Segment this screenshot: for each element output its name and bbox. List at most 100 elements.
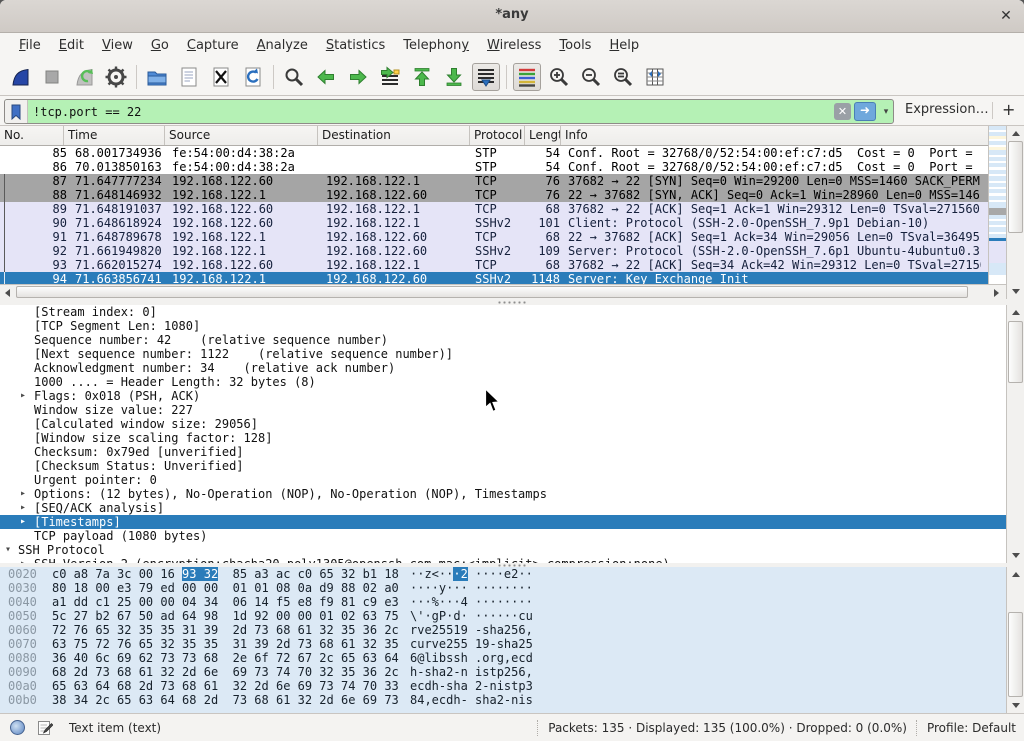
close-file-button[interactable] — [207, 63, 235, 91]
hscrollbar-thumb[interactable] — [16, 286, 968, 298]
hex-row-00b0[interactable]: 00b038 34 2c 65 63 64 68 2d 73 68 61 32 … — [0, 693, 1024, 707]
packet-row-92[interactable]: 9271.661949820192.168.122.1192.168.122.6… — [0, 244, 988, 258]
scroll-up-button[interactable] — [1007, 305, 1024, 320]
packet-row-89[interactable]: 8971.648191037192.168.122.60192.168.122.… — [0, 202, 988, 216]
collapsed-arrow-icon[interactable]: ▸ — [20, 487, 26, 501]
hex-row-0090[interactable]: 009068 2d 73 68 61 32 2d 6e 69 73 74 70 … — [0, 665, 1024, 679]
details-vscrollbar[interactable] — [1006, 305, 1024, 563]
scroll-up-button[interactable] — [1007, 126, 1024, 141]
menu-capture[interactable]: Capture — [178, 36, 248, 55]
detail-line[interactable]: ▾SSH Protocol — [0, 543, 1006, 557]
scroll-down-button[interactable] — [1007, 284, 1024, 299]
title-bar[interactable]: *any ✕ — [0, 0, 1024, 33]
collapsed-arrow-icon[interactable]: ▸ — [20, 389, 26, 403]
save-file-button[interactable] — [175, 63, 203, 91]
menu-file[interactable]: File — [10, 36, 50, 55]
menu-go[interactable]: Go — [142, 36, 178, 55]
collapsed-arrow-icon[interactable]: ▸ — [20, 515, 26, 529]
profile-text[interactable]: Profile: Default — [927, 721, 1024, 735]
packet-list-vscrollbar[interactable] — [1006, 126, 1024, 299]
go-to-packet-button[interactable] — [376, 63, 404, 91]
detail-line[interactable]: Acknowledgment number: 34 (relative ack … — [0, 361, 1006, 375]
column-header-info[interactable]: Info — [561, 126, 988, 145]
column-header-protocol[interactable]: Protocol — [470, 126, 525, 145]
detail-line[interactable]: [Calculated window size: 29056] — [0, 417, 1006, 431]
scroll-left-button[interactable] — [0, 285, 15, 300]
open-file-button[interactable] — [143, 63, 171, 91]
resize-columns-button[interactable] — [641, 63, 669, 91]
detail-line[interactable]: [Checksum Status: Unverified] — [0, 459, 1006, 473]
hex-row-0050[interactable]: 00505c 27 b2 67 50 ad 64 98 1d 92 00 00 … — [0, 609, 1024, 623]
menu-telephony[interactable]: Telephony — [394, 36, 478, 55]
collapsed-arrow-icon[interactable]: ▸ — [20, 501, 26, 515]
scroll-down-button[interactable] — [1007, 548, 1024, 563]
detail-line[interactable]: Window size value: 227 — [0, 403, 1006, 417]
restart-capture-button[interactable] — [70, 63, 98, 91]
menu-view[interactable]: View — [93, 36, 142, 55]
stop-capture-button[interactable] — [38, 63, 66, 91]
packet-row-88[interactable]: 8871.648146932192.168.122.1192.168.122.6… — [0, 188, 988, 202]
add-filter-button[interactable]: + — [1002, 100, 1015, 119]
detail-line[interactable]: [Next sequence number: 1122 (relative se… — [0, 347, 1006, 361]
packet-list-hscrollbar[interactable] — [0, 284, 1006, 299]
hex-row-0030[interactable]: 003080 18 00 e3 79 ed 00 00 01 01 08 0a … — [0, 581, 1024, 595]
zoom-in-button[interactable] — [545, 63, 573, 91]
detail-line[interactable]: [Window size scaling factor: 128] — [0, 431, 1006, 445]
menu-edit[interactable]: Edit — [50, 36, 93, 55]
apply-filter-button[interactable]: ➜ — [854, 102, 876, 121]
expression-button[interactable]: Expression… — [905, 102, 989, 117]
hex-row-0060[interactable]: 006072 76 65 32 35 35 31 39 2d 73 68 61 … — [0, 623, 1024, 637]
detail-line[interactable]: Checksum: 0x79ed [unverified] — [0, 445, 1006, 459]
detail-line[interactable]: [TCP Segment Len: 1080] — [0, 319, 1006, 333]
filter-bookmark-button[interactable] — [5, 100, 28, 123]
column-header-destination[interactable]: Destination — [318, 126, 470, 145]
reload-file-button[interactable] — [239, 63, 267, 91]
go-forward-button[interactable] — [344, 63, 372, 91]
capture-comment-icon[interactable] — [37, 720, 53, 736]
go-to-first-button[interactable] — [408, 63, 436, 91]
scrollbar-thumb[interactable] — [1008, 141, 1023, 233]
clear-filter-button[interactable]: ✕ — [834, 103, 851, 120]
packet-row-93[interactable]: 9371.662015274192.168.122.60192.168.122.… — [0, 258, 988, 272]
detail-line[interactable]: Sequence number: 42 (relative sequence n… — [0, 333, 1006, 347]
packet-row-87[interactable]: 8771.647777234192.168.122.60192.168.122.… — [0, 174, 988, 188]
hex-row-00a0[interactable]: 00a065 63 64 68 2d 73 68 61 32 2d 6e 69 … — [0, 679, 1024, 693]
detail-line[interactable]: ▸Options: (12 bytes), No-Operation (NOP)… — [0, 487, 1006, 501]
intelligent-scrollbar-minimap[interactable] — [988, 126, 1006, 284]
detail-line[interactable]: ▸Flags: 0x018 (PSH, ACK) — [0, 389, 1006, 403]
display-filter-box[interactable]: !tcp.port == 22 ✕ ➜ ▾ — [4, 99, 894, 124]
scrollbar-thumb[interactable] — [1008, 321, 1023, 383]
zoom-out-button[interactable] — [577, 63, 605, 91]
packet-row-85[interactable]: 8568.001734936fe:54:00:d4:38:2aSTP54Conf… — [0, 146, 988, 160]
zoom-original-button[interactable] — [609, 63, 637, 91]
hex-row-0040[interactable]: 0040a1 dd c1 25 00 00 04 34 06 14 f5 e8 … — [0, 595, 1024, 609]
detail-line-selected[interactable]: ▸[Timestamps] — [0, 515, 1006, 529]
packet-row-86[interactable]: 8670.013850163fe:54:00:d4:38:2aSTP54Conf… — [0, 160, 988, 174]
find-packet-button[interactable] — [280, 63, 308, 91]
scroll-right-button[interactable] — [988, 285, 1005, 300]
bytes-vscrollbar[interactable] — [1006, 567, 1024, 713]
packet-list-header[interactable]: No.TimeSourceDestinationProtocolLengthIn… — [0, 126, 988, 146]
menu-tools[interactable]: Tools — [550, 36, 600, 55]
colorize-button[interactable] — [513, 63, 541, 91]
expert-info-icon[interactable] — [10, 720, 25, 735]
menu-help[interactable]: Help — [600, 36, 648, 55]
scroll-up-button[interactable] — [1007, 567, 1024, 582]
packet-row-91[interactable]: 9171.648789678192.168.122.1192.168.122.6… — [0, 230, 988, 244]
detail-line[interactable]: [Stream index: 0] — [0, 305, 1006, 319]
display-filter-input[interactable]: !tcp.port == 22 — [28, 105, 834, 119]
go-back-button[interactable] — [312, 63, 340, 91]
column-header-length[interactable]: Length — [525, 126, 561, 145]
hex-row-0020[interactable]: 0020c0 a8 7a 3c 00 16 93 32 85 a3 ac c0 … — [0, 567, 1024, 581]
start-capture-button[interactable] — [6, 63, 34, 91]
hex-row-0070[interactable]: 007063 75 72 76 65 32 35 35 31 39 2d 73 … — [0, 637, 1024, 651]
detail-line[interactable]: ▸[SEQ/ACK analysis] — [0, 501, 1006, 515]
hex-row-0080[interactable]: 008036 40 6c 69 62 73 73 68 2e 6f 72 67 … — [0, 651, 1024, 665]
auto-scroll-button[interactable] — [472, 63, 500, 91]
scroll-down-button[interactable] — [1007, 698, 1024, 713]
detail-line[interactable]: Urgent pointer: 0 — [0, 473, 1006, 487]
detail-line[interactable]: TCP payload (1080 bytes) — [0, 529, 1006, 543]
menu-wireless[interactable]: Wireless — [478, 36, 550, 55]
menu-statistics[interactable]: Statistics — [317, 36, 394, 55]
close-window-button[interactable]: ✕ — [996, 6, 1016, 26]
